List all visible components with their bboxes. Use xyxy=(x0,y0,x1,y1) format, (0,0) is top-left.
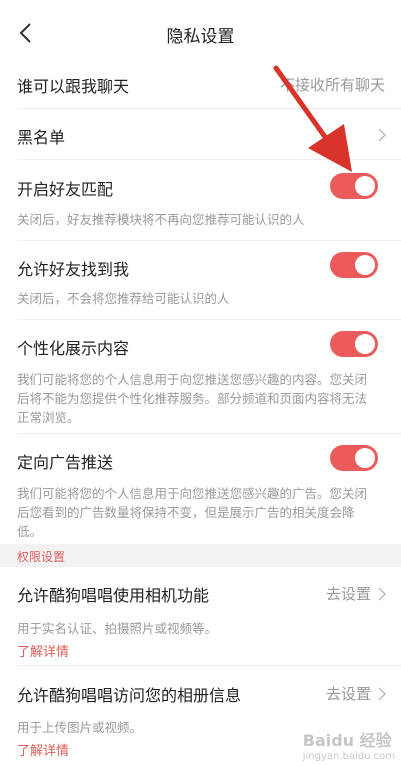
find-me-toggle[interactable] xyxy=(330,252,378,278)
row-description: 用于实名认证、拍摄照片或视频等。 xyxy=(17,621,218,636)
learn-more-link[interactable]: 了解详情 xyxy=(17,740,69,759)
row-label: 黑名单 xyxy=(17,128,66,147)
action-label: 去设置 xyxy=(325,585,371,603)
chevron-right-icon xyxy=(378,587,387,601)
row-label: 允许酷狗唱唱访问您的相册信息 xyxy=(17,686,242,705)
row-label: 开启好友匹配 xyxy=(17,180,114,199)
learn-more-link[interactable]: 了解详情 xyxy=(17,641,69,660)
row-chat-permission[interactable]: 谁可以跟我聊天 不接收所有聊天 xyxy=(0,66,401,108)
row-label: 定向广告推送 xyxy=(17,453,114,472)
row-value: 不接收所有聊天 xyxy=(279,76,385,94)
watermark: Baidu 经验 jingyan.baidu.com xyxy=(303,727,395,762)
watermark-brand: Baidu 经验 xyxy=(302,731,392,750)
friend-match-toggle[interactable] xyxy=(330,173,378,199)
chevron-right-icon xyxy=(378,687,387,701)
toggle-knob xyxy=(355,334,375,354)
row-personalized-content: 个性化展示内容 我们可能将您的个人信息用于向您推送您感兴趣的内容。您关闭后将不能… xyxy=(0,320,401,433)
row-camera-permission: 允许酷狗唱唱使用相机功能 去设置 用于实名认证、拍摄照片或视频等。 了解详情 xyxy=(0,567,401,665)
row-description: 关闭后，不会将您推荐给可能认识的人 xyxy=(17,291,230,306)
row-description: 关闭后，好友推荐模块将不再向您推荐可能认识的人 xyxy=(17,212,305,227)
album-settings-link[interactable]: 去设置 xyxy=(326,683,387,703)
personalized-content-toggle[interactable] xyxy=(330,331,378,357)
row-description: 我们可能将您的个人信息用于向您推送您感兴趣的内容。您关闭后将不能为您提供个性化推… xyxy=(17,372,368,425)
section-title: 权限设置 xyxy=(17,550,66,564)
row-label: 个性化展示内容 xyxy=(17,339,130,358)
toggle-knob xyxy=(355,255,375,275)
row-label: 允许酷狗唱唱使用相机功能 xyxy=(17,586,210,605)
watermark-url: jingyan.baidu.com xyxy=(302,751,395,762)
page-title: 隐私设置 xyxy=(166,27,235,47)
camera-settings-link[interactable]: 去设置 xyxy=(326,583,387,603)
toggle-knob xyxy=(355,176,375,196)
toggle-knob xyxy=(355,448,375,468)
row-blacklist[interactable]: 黑名单 xyxy=(0,109,401,159)
row-label: 谁可以跟我聊天 xyxy=(17,77,130,96)
chevron-right-icon xyxy=(378,128,387,142)
row-find-me: 允许好友找到我 关闭后，不会将您推荐给可能认识的人 xyxy=(0,241,401,319)
row-targeted-ads: 定向广告推送 我们可能将您的个人信息用于向您推送您感兴趣的广告。您关闭后您看到的… xyxy=(0,434,401,544)
row-friend-match: 开启好友匹配 关闭后，好友推荐模块将不再向您推荐可能认识的人 xyxy=(0,160,401,240)
targeted-ads-toggle[interactable] xyxy=(330,445,378,471)
row-label: 允许好友找到我 xyxy=(17,260,130,279)
row-description: 我们可能将您的个人信息用于向您推送您感兴趣的广告。您关闭后您看到的广告数量将保持… xyxy=(17,486,368,539)
action-label: 去设置 xyxy=(325,685,371,703)
section-header-permissions: 权限设置 xyxy=(0,544,401,567)
header-bar: 隐私设置 xyxy=(0,0,401,66)
